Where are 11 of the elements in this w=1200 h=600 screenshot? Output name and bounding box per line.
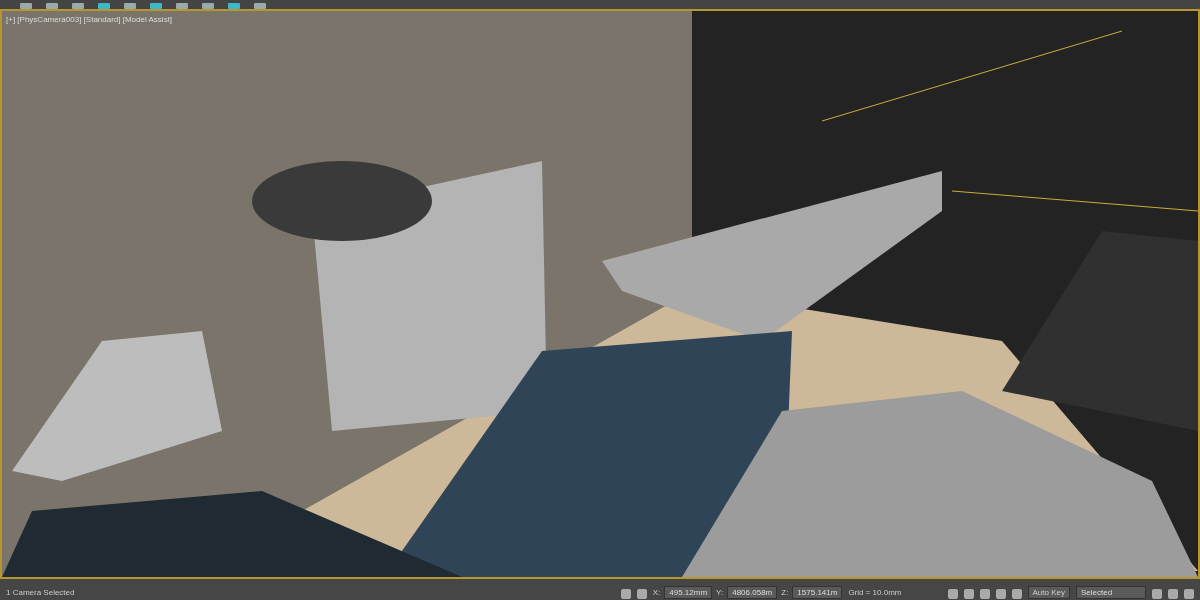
axis-label: X: [652,587,661,599]
axis-label: Y: [716,587,724,599]
selection-set-dropdown[interactable]: Selected [1076,586,1146,599]
auto-key-button[interactable]: Auto Key [1027,586,1070,599]
status-message: 1 Camera Selected [6,587,75,599]
axis-label: Z: [781,587,789,599]
coordinate-field[interactable]: 495.12mm [664,586,713,599]
coordinate-field[interactable]: 4806.058m [727,586,778,599]
viewport-label[interactable]: [+] [PhysCamera003] [Standard] [Model Assist] [6,14,173,26]
coordinate-field[interactable]: 1575.141m [792,586,843,599]
grid-size: Grid = 10.0mm [848,587,902,599]
